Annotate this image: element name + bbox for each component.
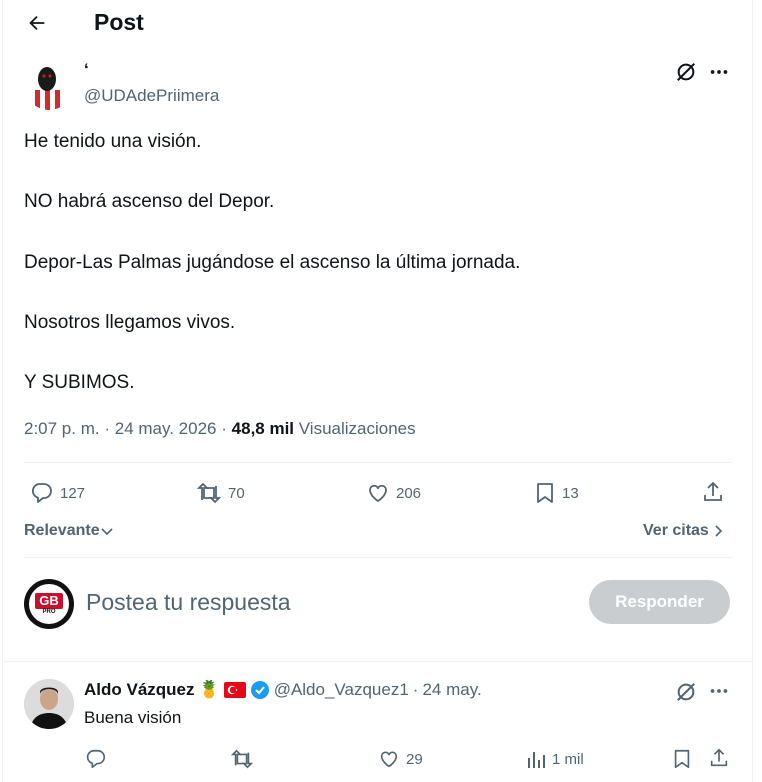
page-title: Post [94, 9, 144, 35]
bookmark-button[interactable]: 13 [534, 481, 579, 505]
author-handle[interactable]: @UDAdePriimera [84, 86, 219, 106]
repost-count: 70 [228, 484, 245, 502]
gb-logo: GB PRO [27, 582, 71, 626]
like-count: 206 [396, 484, 422, 502]
bookmark-icon [534, 481, 556, 505]
meta-separator: · [412, 680, 419, 699]
repost-icon [196, 481, 222, 505]
reply-like-count: 29 [406, 750, 423, 768]
post-text-line: NO habrá ascenso del Depor. [24, 191, 275, 212]
avatar[interactable] [25, 62, 73, 110]
chevron-right-icon [712, 524, 724, 538]
post-date[interactable]: 24 may. 2026 [115, 419, 217, 438]
reply-count: 127 [60, 484, 86, 502]
verified-badge-icon[interactable] [250, 680, 270, 700]
repost-button[interactable]: 70 [196, 481, 245, 505]
post-text-line: Y SUBIMOS. [24, 372, 135, 393]
post-text-line: Depor-Las Palmas jugándose el ascenso la… [24, 252, 521, 273]
composer-avatar[interactable]: GB PRO [24, 579, 74, 629]
respond-button[interactable]: Responder [589, 580, 730, 624]
sort-dropdown[interactable]: Relevante [24, 522, 114, 540]
reply-header: Aldo Vázquez 🍍 @Aldo_Vazquez1 · 24 may. [84, 680, 482, 700]
quotes-link[interactable]: Ver citas [643, 522, 724, 540]
meta-separator: · [221, 419, 227, 438]
post-time[interactable]: 2:07 p. m. [24, 419, 100, 438]
author-display-name[interactable]: ‘ [84, 60, 89, 80]
bookmark-count: 13 [562, 484, 579, 502]
views-label: Visualizaciones [298, 419, 416, 438]
reply-avatar[interactable] [24, 679, 74, 729]
reply-views-button[interactable]: 1 mil [526, 748, 584, 770]
reply-author-handle[interactable]: @Aldo_Vazquez1 [274, 680, 409, 700]
share-icon[interactable] [708, 747, 730, 769]
logo-subtext: PRO [42, 608, 56, 615]
reply-text: Buena visión [84, 708, 182, 727]
post-text-line: He tenido una visión. [24, 131, 202, 152]
sort-label: Relevante [24, 522, 100, 539]
grok-icon[interactable] [675, 61, 697, 83]
reply-views-count: 1 mil [552, 750, 584, 768]
more-icon[interactable] [708, 61, 730, 83]
divider [24, 462, 732, 463]
reply-input[interactable]: Postea tu respuesta [86, 589, 291, 616]
divider [3, 661, 752, 662]
reply-icon [30, 481, 54, 505]
divider [24, 557, 732, 558]
like-icon [378, 748, 400, 770]
like-icon [366, 481, 390, 505]
like-button[interactable]: 206 [366, 481, 421, 505]
reply-like-button[interactable]: 29 [378, 748, 423, 770]
back-arrow-icon[interactable] [26, 12, 48, 34]
reply-button[interactable]: 127 [30, 481, 85, 505]
repost-icon[interactable] [230, 748, 254, 770]
views-icon [526, 748, 546, 770]
post-meta: 2:07 p. m. · 24 may. 2026 · 48,8 mil Vis… [24, 419, 416, 439]
quotes-label: Ver citas [643, 522, 709, 539]
reply-emoji: 🍍 [198, 680, 220, 699]
share-icon[interactable] [701, 480, 725, 504]
flag-icon [223, 682, 246, 698]
reply-author-name[interactable]: Aldo Vázquez [84, 680, 195, 700]
meta-separator: · [104, 419, 111, 438]
bookmark-icon[interactable] [671, 748, 693, 770]
more-icon[interactable] [708, 680, 730, 702]
post-text-line: Nosotros llegamos vivos. [24, 312, 236, 333]
views-count: 48,8 mil [231, 419, 295, 438]
chevron-down-icon [100, 524, 114, 538]
reply-date[interactable]: 24 may. [422, 680, 481, 700]
grok-icon[interactable] [675, 681, 697, 703]
logo-text: GB [35, 592, 63, 609]
reply-icon[interactable] [85, 748, 107, 770]
